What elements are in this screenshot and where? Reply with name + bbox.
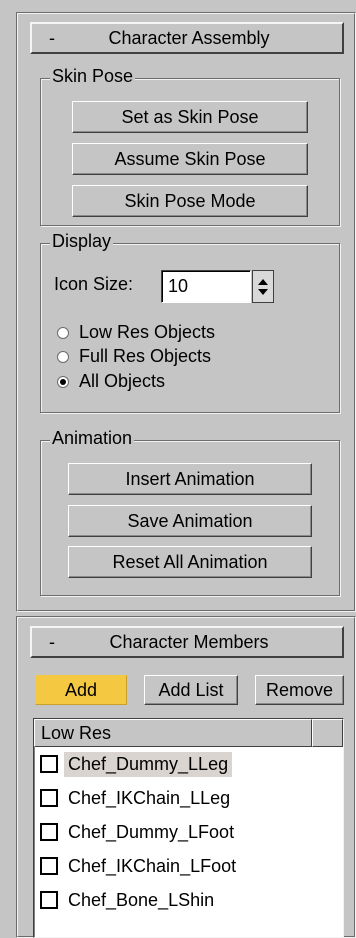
radio-button-icon: [57, 350, 69, 363]
rollout-title: Character Members: [109, 631, 269, 652]
list-item[interactable]: Chef_IKChain_LLeg: [34, 781, 343, 815]
rollout-title: Character Assembly: [108, 27, 270, 48]
list-item-label: Chef_Bone_LShin: [68, 889, 215, 910]
add-button[interactable]: Add: [35, 675, 127, 705]
skin-pose-group-label: Skin Pose: [50, 66, 136, 86]
save-animation-button[interactable]: Save Animation: [68, 505, 312, 537]
radio-label: Low Res Objects: [79, 322, 216, 342]
reset-all-animation-button[interactable]: Reset All Animation: [68, 546, 312, 578]
spinner-up-icon[interactable]: [258, 279, 268, 285]
list-item-label: Chef_IKChain_LLeg: [68, 787, 231, 808]
spinner-down-icon[interactable]: [258, 289, 268, 295]
checkbox-icon[interactable]: [40, 891, 58, 909]
radio-label: Full Res Objects: [79, 346, 212, 366]
checkbox-icon[interactable]: [40, 789, 58, 807]
radio-all-objects[interactable]: All Objects: [57, 371, 165, 392]
list-item-label: Chef_Dummy_LLeg: [64, 751, 233, 777]
checkbox-icon[interactable]: [40, 857, 58, 875]
character-assembly-header[interactable]: - Character Assembly: [30, 22, 344, 54]
radio-button-checked-icon: [57, 375, 69, 388]
checkbox-icon[interactable]: [40, 755, 58, 773]
radio-low-res-objects[interactable]: Low Res Objects: [57, 322, 215, 343]
list-item[interactable]: Chef_Dummy_LLeg: [34, 747, 343, 781]
list-header: Low Res: [34, 719, 343, 747]
radio-button-icon: [57, 326, 69, 339]
column-header-extra[interactable]: [312, 719, 343, 747]
character-members-header[interactable]: - Character Members: [30, 626, 344, 658]
list-item[interactable]: Chef_IKChain_LFoot: [34, 849, 343, 883]
insert-animation-button[interactable]: Insert Animation: [68, 463, 312, 495]
icon-size-spinner[interactable]: [252, 270, 274, 303]
radio-full-res-objects[interactable]: Full Res Objects: [57, 346, 211, 367]
assume-skin-pose-button[interactable]: Assume Skin Pose: [72, 143, 308, 175]
icon-size-label: Icon Size:: [54, 274, 134, 294]
display-group-label: Display: [50, 231, 114, 251]
list-item-label: Chef_Dummy_LFoot: [68, 821, 235, 842]
column-header-low-res[interactable]: Low Res: [34, 719, 312, 747]
collapse-icon: -: [49, 27, 55, 48]
members-list[interactable]: Low Res Chef_Dummy_LLeg Chef_IKChain_LLe…: [33, 718, 344, 938]
animation-group-label: Animation: [50, 428, 135, 448]
list-item[interactable]: Chef_Dummy_LFoot: [34, 815, 343, 849]
remove-button[interactable]: Remove: [255, 675, 344, 705]
checkbox-icon[interactable]: [40, 823, 58, 841]
skin-pose-mode-button[interactable]: Skin Pose Mode: [72, 185, 308, 217]
list-item-label: Chef_IKChain_LFoot: [68, 855, 237, 876]
list-item[interactable]: Chef_Bone_LShin: [34, 883, 343, 917]
set-as-skin-pose-button[interactable]: Set as Skin Pose: [72, 101, 308, 133]
collapse-icon: -: [49, 631, 55, 652]
radio-label: All Objects: [79, 371, 166, 391]
icon-size-input[interactable]: 10: [161, 270, 251, 303]
add-list-button[interactable]: Add List: [144, 675, 238, 705]
